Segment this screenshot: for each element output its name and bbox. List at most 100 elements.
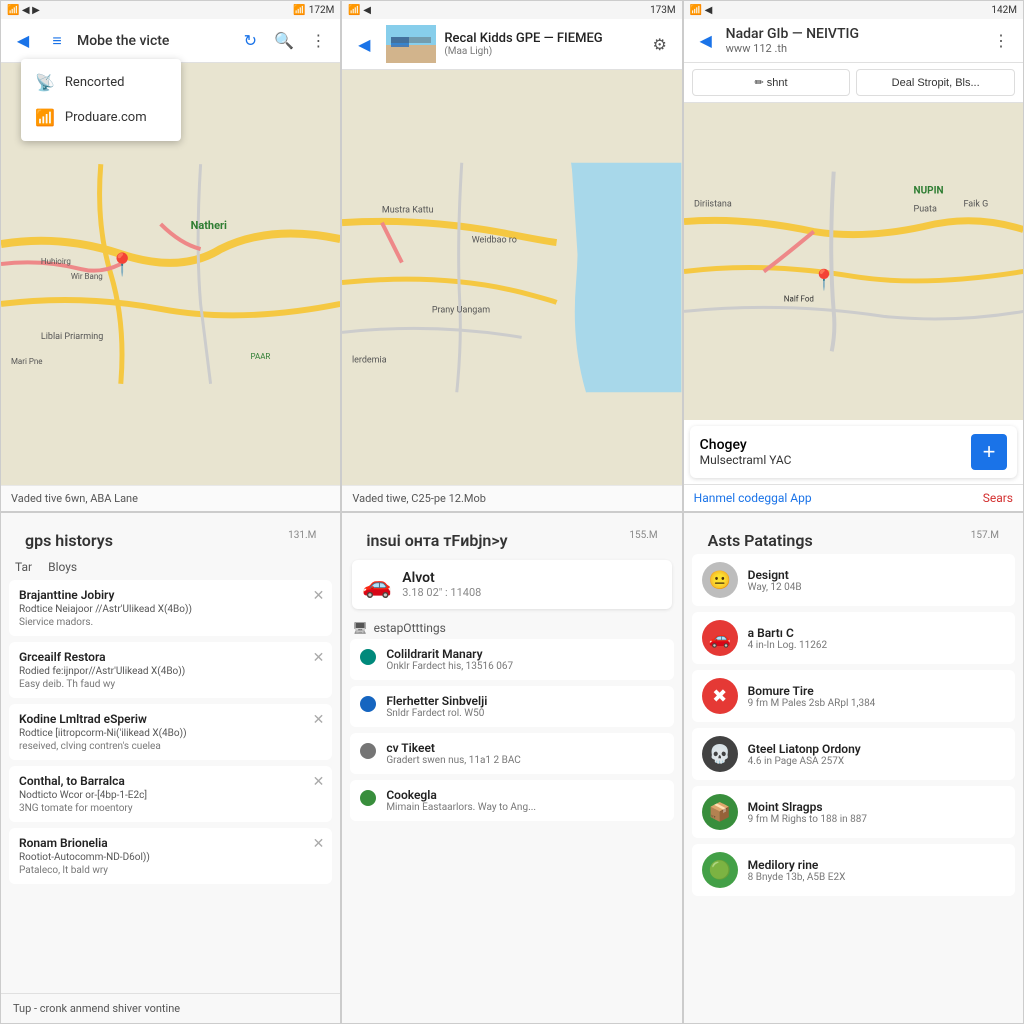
status-bar-top-right: 📶 ◀ 142M <box>684 1 1023 19</box>
search-icon[interactable]: 🔍 <box>270 27 298 55</box>
status-bar-top-mid: 📶 ◀ 173M <box>342 1 681 19</box>
status-left: 📶 ◀ ▶ <box>7 5 40 16</box>
svg-text:📍: 📍 <box>109 252 136 278</box>
svg-text:Mustra Kattu: Mustra Kattu <box>382 206 434 216</box>
hanmel-link[interactable]: Hanmel codeggal App <box>694 491 812 505</box>
bottom-links: Hanmel codeggal App Sears <box>684 484 1023 511</box>
svg-text:Faik G: Faik G <box>963 200 988 210</box>
rencorted-icon: 📡 <box>35 73 55 92</box>
gear-icon[interactable]: ⚙ <box>646 30 674 58</box>
page-sub-right: www 112 .th <box>726 42 981 55</box>
list-item: Kodine Lmltrad eSperiw Rodtice [iitropco… <box>9 704 332 760</box>
panel-top-right: 📶 ◀ 142M ◀ Nadar GIb — NЕIVTIG www 112 .… <box>683 0 1024 512</box>
refresh-icon[interactable]: ↻ <box>236 27 264 55</box>
thumb-image <box>386 25 436 63</box>
tab-bloys[interactable]: Bloys <box>44 558 81 576</box>
more-icon-right[interactable]: ⋮ <box>987 27 1015 55</box>
svg-text:Prany Uangam: Prany Uangam <box>432 305 490 315</box>
avatar: 🟢 <box>702 852 738 888</box>
list-item: cv Tikeet Gradert swen nus, 11a1 2 BAC <box>350 733 673 774</box>
svg-text:lerdemia: lerdemia <box>352 355 387 365</box>
svg-text:Puata: Puata <box>913 205 936 215</box>
gps-tabs: Tar Bloys <box>1 554 340 580</box>
status-right: 📶 172M <box>293 5 334 16</box>
storage-left: 131.M <box>276 528 328 547</box>
svg-text:📍: 📍 <box>811 267 836 291</box>
assets-list: 😐 Designt Way, 12 04B 🚗 a Bartı C 4 in-I… <box>684 554 1023 1023</box>
dot-green <box>360 790 376 806</box>
storage-right: 157.M <box>959 528 1011 547</box>
menu-icon[interactable]: ≡ <box>43 27 71 55</box>
back-icon-right[interactable]: ◀ <box>692 27 720 55</box>
map-mid: Mustra Kattu Weidbao ro Prany Uangam ler… <box>342 70 681 485</box>
thumb-text: Recal Kidds GPE — FIEМEG (Maa Ligh) <box>444 31 637 57</box>
back-icon[interactable]: ◀ <box>9 27 37 55</box>
close-icon[interactable]: ✕ <box>313 836 325 852</box>
avatar: 😐 <box>702 562 738 598</box>
gps-list: Brajanttine Jobiry Rodtice Neiajoor //As… <box>1 580 340 993</box>
svg-text:Natheri: Natheri <box>191 219 227 232</box>
status-bar-top-left: 📶 ◀ ▶ 📶 172M <box>1 1 340 19</box>
panel-bottom-right: Asts Patatings 157.M 😐 Designt Way, 12 0… <box>683 512 1024 1024</box>
add-button[interactable]: + <box>971 434 1007 470</box>
panel-bottom-mid: insui онта тFиbjn>y 155.M 🚗 Alvot 3.18 0… <box>341 512 682 1024</box>
deal-button[interactable]: Deal Stropit, Bls... <box>856 69 1015 96</box>
map-right: Puata Faik G NUPIN Diriistana 📍 Nalf Fod <box>684 103 1023 420</box>
list-item: Brajanttine Jobiry Rodtice Neiajoor //As… <box>9 580 332 636</box>
ins-alert-title: Alvot <box>402 570 481 586</box>
dropdown-label-rencorted: Rencorted <box>65 75 125 90</box>
top-bar-left: ◀ ≡ Mobe the victe ↻ 🔍 ⋮ 📡 Rencorted 📶 P… <box>1 19 340 63</box>
dropdown-item-produare[interactable]: 📶 Produare.com <box>21 100 181 135</box>
dot-gray <box>360 743 376 759</box>
avatar: 🚗 <box>702 620 738 656</box>
info-sub: Mulsectraml YAC <box>700 453 792 467</box>
close-icon[interactable]: ✕ <box>313 774 325 790</box>
dropdown-menu: 📡 Rencorted 📶 Produare.com <box>21 59 181 141</box>
action-buttons: ✏ shnt Deal Stropit, Bls... <box>684 63 1023 103</box>
avatar: 💀 <box>702 736 738 772</box>
panel-bottom-left: gps historys 131.M Tar Bloys Brajanttine… <box>0 512 341 1024</box>
page-title-right: Nadar GIb — NЕIVTIG <box>726 26 981 42</box>
svg-text:Liblai Priarming: Liblai Priarming <box>41 332 103 342</box>
settings-label: 🖥 estapOtttings <box>342 615 681 639</box>
assets-header: Asts Patatings <box>696 521 825 554</box>
list-item: 💀 Gteel Liatonp Ordony 4.6 in Page ASA 2… <box>692 728 1015 780</box>
panel-top-left: 📶 ◀ ▶ 📶 172M ◀ ≡ Mobe the victe ↻ 🔍 ⋮ 📡 … <box>0 0 341 512</box>
svg-text:Mari Pne: Mari Pne <box>11 357 43 366</box>
list-item: Colildrarit Manary Onklr Fardect his, 13… <box>350 639 673 680</box>
list-item: 🟢 Medilory rine 8 Bnyde 13b, A5B E2X <box>692 844 1015 896</box>
panel-top-mid: 📶 ◀ 173M ◀ Recal Kidds GPE — FIEМEG (Maa… <box>341 0 682 512</box>
list-item: Flerhetter Sinbvelji Snldr Fardect rol. … <box>350 686 673 727</box>
list-item: 😐 Designt Way, 12 04B <box>692 554 1015 606</box>
svg-text:Weidbao ro: Weidbao ro <box>472 236 517 246</box>
close-icon[interactable]: ✕ <box>313 650 325 666</box>
ins-list: Colildrarit Manary Onklr Fardect his, 13… <box>342 639 681 1023</box>
close-icon[interactable]: ✕ <box>313 712 325 728</box>
produare-icon: 📶 <box>35 108 55 127</box>
svg-text:NUPIN: NUPIN <box>913 186 943 197</box>
back-icon-mid[interactable]: ◀ <box>350 30 378 58</box>
svg-text:Nalf Fod: Nalf Fod <box>783 294 813 303</box>
ins-alert-sub: 3.18 02" : 11408 <box>402 586 481 599</box>
dot-blue <box>360 696 376 712</box>
car-icon: 🚗 <box>362 571 392 599</box>
more-icon[interactable]: ⋮ <box>304 27 332 55</box>
info-title: Chogey <box>700 437 792 453</box>
shnt-button[interactable]: ✏ shnt <box>692 69 851 96</box>
page-title-left: Mobe the victe <box>77 33 230 49</box>
avatar: 📦 <box>702 794 738 830</box>
close-icon[interactable]: ✕ <box>313 588 325 604</box>
dropdown-item-rencorted[interactable]: 📡 Rencorted <box>21 65 181 100</box>
tab-tar[interactable]: Tar <box>11 558 36 576</box>
top-bar-right: ◀ Nadar GIb — NЕIVTIG www 112 .th ⋮ <box>684 19 1023 63</box>
svg-text:PAAR: PAAR <box>251 352 271 361</box>
info-card: Chogey Mulsectraml YAC + <box>690 426 1017 478</box>
dropdown-label-produare: Produare.com <box>65 110 147 125</box>
settings-icon: 🖥 <box>352 621 367 635</box>
map-footer-mid: Vaded tiwe, C25-pe 12.Mob <box>342 485 681 511</box>
gps-footer: Tup - cronk anmend shiver vontine <box>1 993 340 1023</box>
gps-header: gps historys <box>13 521 125 554</box>
sears-link[interactable]: Sears <box>983 491 1013 505</box>
ins-alert-card: 🚗 Alvot 3.18 02" : 11408 <box>352 560 671 609</box>
ins-header: insui онта тFиbjn>y <box>354 521 519 554</box>
